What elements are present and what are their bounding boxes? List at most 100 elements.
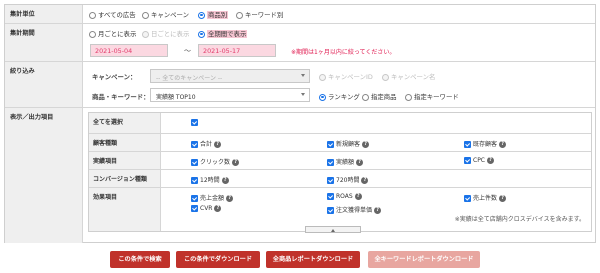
help-icon[interactable]: ? (214, 141, 222, 148)
720-hour-checkbox[interactable]: 720時間? (327, 175, 369, 184)
search-button[interactable]: この条件で検索 (110, 251, 170, 268)
campaign-id-option[interactable]: キャンペーンID (319, 72, 373, 81)
checkbox-checked-icon (191, 195, 198, 202)
checkbox-checked-icon (327, 159, 334, 166)
select-all-label: 全てを選択 (89, 113, 161, 133)
specified-keyword-option[interactable]: 指定キーワード (405, 92, 459, 101)
end-date-input[interactable]: 2021-05-17 (198, 44, 276, 57)
radio-icon (89, 30, 96, 38)
help-icon[interactable]: ? (361, 177, 369, 184)
help-icon[interactable]: ? (499, 141, 507, 148)
campaign-name-option[interactable]: キャンペーン名 (382, 72, 435, 81)
aggregation-period-label: 集計期間 (5, 24, 83, 61)
customer-type-label: 顧客種類 (89, 134, 161, 151)
radio-icon (236, 11, 243, 19)
performance-items-row: 実績項目 クリック数? 実績額? CPC? (89, 152, 591, 170)
aggregation-unit-label: 集計単位 (5, 5, 83, 23)
cross-device-note: ※実績は全て店舗内クロスデバイスを含みます。 (454, 216, 585, 223)
period-note: ※期間は1ヶ月以内に絞ってください。 (291, 49, 396, 56)
display-items-table: 全てを選択 顧客種類 合計? 新規顧客? 既存顧客? 実績項目 クリック数? 実… (88, 112, 592, 232)
help-icon[interactable]: ? (374, 207, 382, 214)
sales-count-checkbox[interactable]: 売上件数? (464, 193, 507, 202)
radio-selected-icon (319, 93, 326, 101)
radio-icon (319, 73, 326, 81)
checkbox-checked-icon (327, 193, 334, 200)
checkbox-checked-icon (191, 205, 198, 212)
performance-items-label: 実績項目 (89, 152, 161, 169)
checkbox-checked-icon (327, 207, 334, 214)
filter-row: 絞り込み キャンペーン： -- 全てのキャンペーン -- キャンペーンID キャ… (5, 62, 595, 108)
checkbox-checked-icon (191, 119, 198, 126)
checkbox-checked-icon (327, 177, 334, 184)
checkbox-checked-icon (191, 159, 198, 166)
effect-items-label: 効果項目 (89, 188, 161, 231)
report-settings-form: 集計単位 すべての広告 キャンペーン 商品別 キーワード別 集計期間 月ごとに表… (4, 4, 596, 243)
help-icon[interactable]: ? (356, 159, 364, 166)
12-hour-checkbox[interactable]: 12時間? (191, 175, 229, 184)
unit-all-ads-option[interactable]: すべての広告 (89, 10, 136, 19)
checkbox-checked-icon (464, 157, 471, 164)
help-icon[interactable]: ? (487, 157, 494, 164)
ranking-option[interactable]: ランキング (319, 92, 360, 101)
sales-amount-checkbox[interactable]: 売上金額? (191, 193, 234, 202)
campaign-select[interactable]: -- 全てのキャンペーン -- (150, 69, 310, 83)
conversion-type-row: コンバージョン種類 12時間? 720時間? (89, 170, 591, 188)
new-customer-checkbox[interactable]: 新規顧客? (327, 139, 370, 148)
product-select[interactable]: 実績額 TOP10 (150, 88, 310, 102)
performance-amount-checkbox[interactable]: 実績額? (327, 157, 364, 166)
checkbox-checked-icon (464, 195, 471, 202)
period-daily-option[interactable]: 日ごとに表示 (142, 29, 189, 38)
radio-icon (89, 11, 96, 19)
all-keywords-report-download-button[interactable]: 全キーワードレポートダウンロード (368, 251, 480, 268)
effect-items-row: 効果項目 売上金額? ROAS? 売上件数? CVR? 注文獲得単価? ※実績は… (89, 188, 591, 231)
all-products-report-download-button[interactable]: 全商品レポートダウンロード (266, 251, 360, 268)
unit-product-option[interactable]: 商品別 (198, 10, 229, 19)
collapse-toggle-button[interactable] (305, 226, 361, 233)
radio-icon (405, 93, 412, 101)
download-button[interactable]: この条件でダウンロード (176, 251, 260, 268)
product-keyword-label: 商品・キーワード： (92, 93, 150, 101)
existing-customer-checkbox[interactable]: 既存顧客? (464, 139, 507, 148)
clicks-checkbox[interactable]: クリック数? (191, 157, 240, 166)
help-icon[interactable]: ? (499, 195, 507, 202)
customer-type-row: 顧客種類 合計? 新規顧客? 既存顧客? (89, 134, 591, 152)
select-all-checkbox[interactable] (191, 119, 200, 126)
period-monthly-option[interactable]: 月ごとに表示 (89, 29, 136, 38)
checkbox-checked-icon (327, 141, 334, 148)
unit-keyword-option[interactable]: キーワード別 (236, 10, 283, 19)
help-icon[interactable]: ? (354, 193, 362, 200)
radio-icon (142, 11, 149, 19)
unit-campaign-option[interactable]: キャンペーン (142, 10, 189, 19)
display-items-label: 表示／出力項目 (5, 108, 83, 243)
radio-selected-icon (198, 11, 205, 19)
cvr-checkbox[interactable]: CVR? (191, 205, 222, 212)
conversion-type-label: コンバージョン種類 (89, 170, 161, 187)
aggregation-period-row: 集計期間 月ごとに表示 日ごとに表示 全期間で表示 2021-05-04 〜 2… (5, 24, 595, 62)
help-icon[interactable]: ? (221, 177, 229, 184)
cpc-checkbox[interactable]: CPC? (464, 157, 494, 164)
checkbox-checked-icon (191, 141, 198, 148)
help-icon[interactable]: ? (232, 159, 240, 166)
period-all-option[interactable]: 全期間で表示 (198, 29, 248, 38)
start-date-input[interactable]: 2021-05-04 (90, 44, 168, 57)
radio-selected-icon (198, 30, 205, 38)
select-all-row: 全てを選択 (89, 113, 591, 134)
roas-checkbox[interactable]: ROAS? (327, 193, 362, 200)
help-icon[interactable]: ? (214, 205, 222, 212)
campaign-label: キャンペーン： (92, 73, 137, 81)
filter-label: 絞り込み (5, 62, 83, 107)
chevron-down-icon (301, 93, 305, 96)
help-icon[interactable]: ? (226, 195, 234, 202)
radio-icon (362, 93, 369, 101)
order-acquisition-cost-checkbox[interactable]: 注文獲得単価? (327, 205, 382, 214)
radio-icon (382, 73, 389, 81)
chevron-down-icon (301, 74, 305, 77)
aggregation-unit-row: 集計単位 すべての広告 キャンペーン 商品別 キーワード別 (5, 5, 595, 24)
checkbox-checked-icon (464, 141, 471, 148)
checkbox-checked-icon (191, 177, 198, 184)
specified-product-option[interactable]: 指定商品 (362, 92, 397, 101)
help-icon[interactable]: ? (362, 141, 370, 148)
total-checkbox[interactable]: 合計? (191, 139, 222, 148)
display-items-row: 表示／出力項目 全てを選択 顧客種類 合計? 新規顧客? 既存顧客? 実績項目 … (5, 108, 595, 243)
date-separator: 〜 (184, 47, 191, 55)
